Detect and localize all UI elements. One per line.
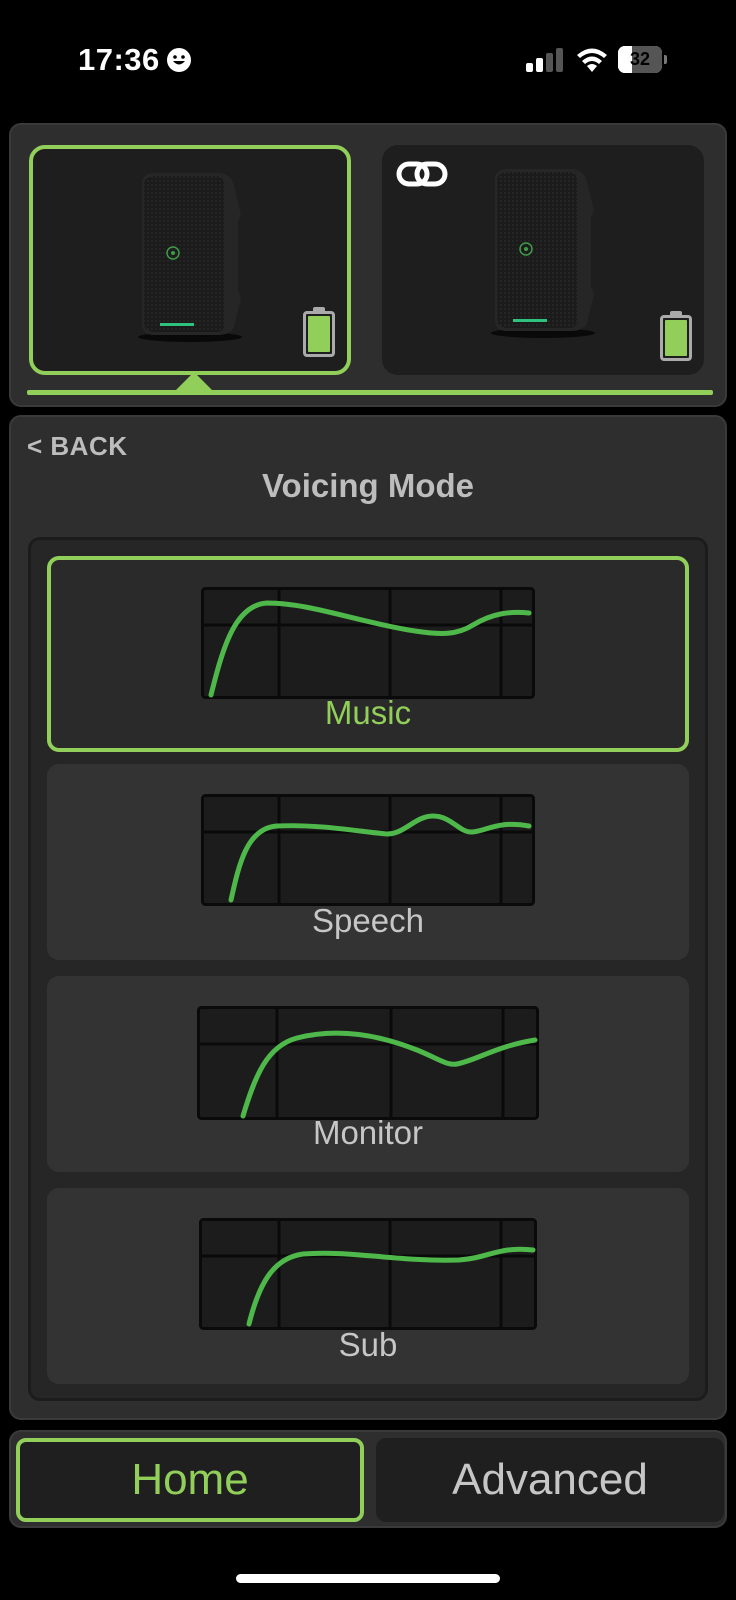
voicing-modes-list: Music Speech Monitor Sub	[28, 537, 708, 1401]
speaker-image	[138, 173, 242, 342]
status-bar: 17:36 32	[0, 0, 736, 120]
monitor-eq-curve-icon	[197, 1006, 539, 1120]
tab-home[interactable]: Home	[16, 1438, 364, 1522]
speaker-card-1[interactable]	[29, 145, 351, 375]
speech-eq-curve-icon	[201, 794, 535, 906]
main-panel: < BACK Voicing Mode Music Speech Monitor…	[9, 415, 727, 1420]
emoji-icon	[167, 48, 191, 72]
mode-music[interactable]: Music	[47, 556, 689, 752]
page-title: Voicing Mode	[261, 467, 475, 504]
mode-label-sub: Sub	[338, 1326, 398, 1363]
sub-eq-curve-icon	[199, 1218, 537, 1330]
mode-speech[interactable]: Speech	[47, 764, 689, 960]
wifi-icon	[577, 48, 607, 72]
speaker-1-battery-icon	[303, 307, 335, 357]
battery-percent: 32	[629, 49, 651, 69]
selection-pointer	[175, 372, 213, 391]
mode-monitor[interactable]: Monitor	[47, 976, 689, 1172]
tab-advanced[interactable]: Advanced	[376, 1438, 724, 1522]
speaker-image	[491, 169, 595, 338]
bottom-tab-bar: Home Advanced	[9, 1430, 727, 1528]
mode-sub[interactable]: Sub	[47, 1188, 689, 1384]
status-time: 17:36	[78, 42, 160, 77]
mode-label-speech: Speech	[312, 902, 424, 939]
link-icon	[396, 161, 448, 187]
speakers-panel	[9, 123, 727, 407]
back-button[interactable]: < BACK	[27, 431, 128, 462]
mode-label-monitor: Monitor	[312, 1114, 424, 1151]
speaker-2-battery-icon	[660, 311, 692, 361]
mode-label-music: Music	[324, 694, 412, 731]
selection-rail	[27, 390, 713, 395]
signal-icon	[526, 48, 563, 72]
home-indicator[interactable]	[236, 1574, 500, 1583]
speaker-card-2[interactable]	[382, 145, 704, 375]
music-eq-curve-icon	[201, 587, 535, 699]
battery-icon: 32	[618, 46, 668, 73]
